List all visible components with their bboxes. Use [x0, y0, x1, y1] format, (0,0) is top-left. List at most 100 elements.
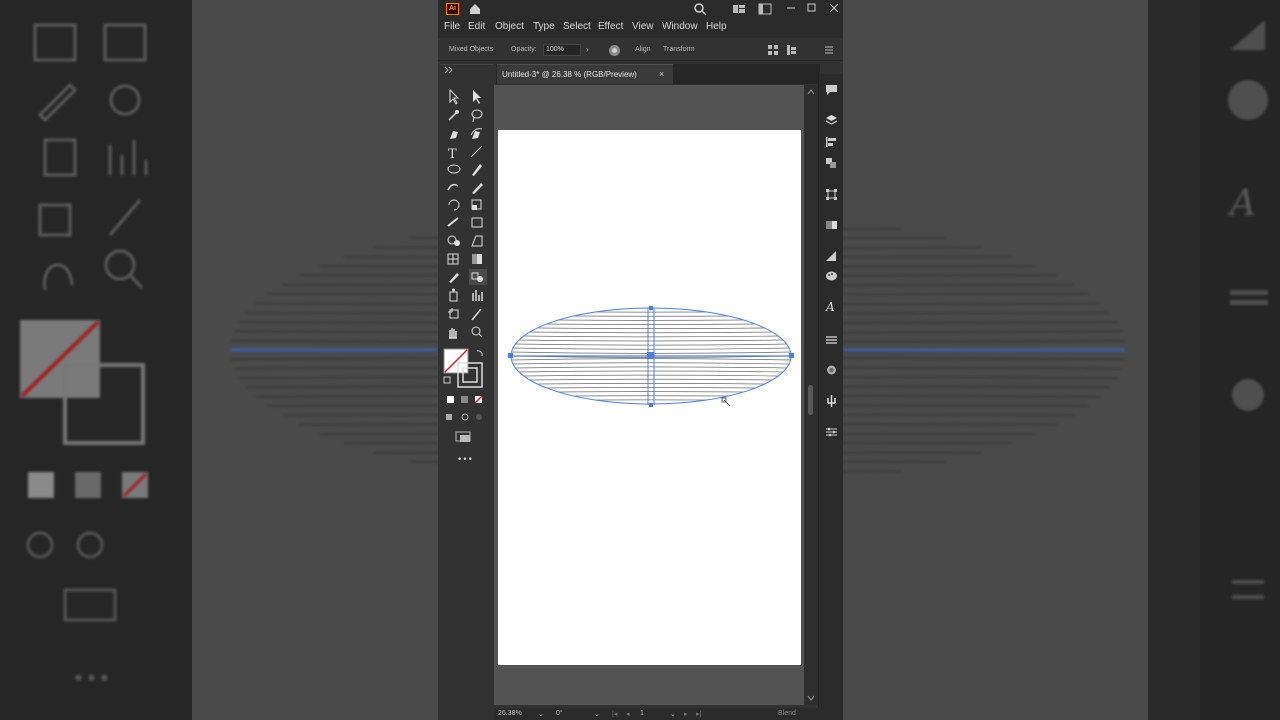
swap-fill-stroke-icon[interactable] [477, 351, 482, 356]
properties-icon[interactable] [825, 426, 838, 438]
minimize-icon[interactable] [785, 2, 797, 14]
transform-link[interactable]: Transform [663, 46, 695, 53]
menu-type[interactable]: Type [533, 21, 555, 32]
rotation-value[interactable]: 0° [556, 710, 563, 717]
shaper-icon[interactable] [448, 185, 458, 190]
menu-effect[interactable]: Effect [598, 21, 623, 32]
recolor-artwork-icon[interactable] [608, 44, 621, 57]
curvature-tool-icon[interactable] [471, 129, 482, 139]
selection-anchor-bottom[interactable] [649, 403, 653, 407]
window-icon[interactable] [758, 2, 772, 16]
first-artboard-icon[interactable]: |◂ [612, 710, 617, 718]
panel-menu-icon[interactable] [824, 45, 834, 55]
appearance-icon[interactable] [825, 250, 838, 262]
gradient-panel-icon[interactable] [825, 219, 838, 231]
character-icon[interactable]: A [825, 300, 838, 314]
home-icon[interactable] [468, 2, 482, 16]
selection-anchor-center[interactable] [647, 352, 654, 359]
perspective-grid-icon[interactable] [472, 236, 482, 246]
stroke-icon[interactable] [825, 364, 838, 376]
scrollbar-thumb[interactable] [808, 385, 813, 415]
rotate-icon[interactable] [449, 200, 459, 210]
vertical-scrollbar[interactable] [804, 85, 818, 705]
rotation-dropdown-icon[interactable]: ⌄ [594, 710, 600, 718]
menu-window[interactable]: Window [662, 21, 698, 32]
menu-help[interactable]: Help [706, 21, 727, 32]
tab-close-icon[interactable]: × [659, 69, 664, 79]
scroll-up-icon[interactable] [807, 89, 815, 95]
screen-mode-icon[interactable] [456, 432, 470, 442]
app-logo: Ai [446, 3, 459, 15]
document-tab-label: Untitled-3* @ 26.38 % (RGB/Preview) [502, 70, 637, 79]
eyedropper-icon[interactable] [449, 273, 459, 283]
type-tool-icon[interactable]: T [448, 147, 457, 162]
color-panel-icon[interactable] [825, 270, 838, 282]
arrange-icon[interactable] [787, 45, 803, 56]
menu-edit[interactable]: Edit [468, 21, 485, 32]
none-mode-icon[interactable] [475, 396, 482, 403]
search-icon[interactable] [693, 2, 707, 16]
artboard-tool-icon[interactable] [448, 308, 458, 318]
selection-anchor-top[interactable] [649, 306, 653, 310]
paragraph-icon[interactable] [825, 334, 838, 346]
opacity-field[interactable]: 100% [543, 44, 581, 56]
opacity-chevron-icon[interactable]: › [586, 45, 589, 54]
selection-tool-icon[interactable] [450, 90, 458, 104]
zoom-tool-icon[interactable] [472, 327, 482, 337]
maximize-icon[interactable] [806, 2, 818, 14]
menu-object[interactable]: Object [495, 21, 524, 32]
collapse-panel-icon[interactable] [444, 66, 454, 74]
selection-anchor-right[interactable] [789, 353, 794, 358]
next-artboard-icon[interactable]: ▸ [684, 710, 688, 718]
zoom-dropdown-icon[interactable]: ⌄ [538, 710, 544, 718]
selection-anchor-left[interactable] [508, 353, 513, 358]
draw-modes-icon[interactable] [446, 414, 482, 420]
ellipse-tool-icon[interactable] [448, 165, 460, 173]
column-graph-icon[interactable] [473, 290, 482, 301]
arrange-documents-icon[interactable] [732, 2, 746, 16]
transform-panel-icon[interactable] [825, 188, 838, 200]
shape-builder-icon[interactable] [448, 236, 460, 246]
blend-step-line [515, 367, 786, 368]
zoom-level[interactable]: 26.38% [498, 710, 522, 717]
document-tab[interactable]: Untitled-3* @ 26.38 % (RGB/Preview) × [497, 64, 673, 84]
paintbrush-icon[interactable] [472, 164, 482, 176]
pen-tool-icon[interactable] [450, 131, 458, 139]
direct-selection-tool-icon[interactable] [473, 90, 481, 104]
layers-icon[interactable] [825, 114, 838, 126]
pathfinder-icon[interactable] [825, 157, 838, 169]
menu-file[interactable]: File [444, 21, 460, 32]
symbol-sprayer-icon[interactable] [450, 289, 457, 302]
menu-view[interactable]: View [632, 21, 654, 32]
edit-toolbar-button[interactable]: ••• [457, 455, 473, 465]
color-mode-icon[interactable] [447, 396, 454, 403]
lasso-icon[interactable] [472, 110, 482, 122]
fill-swatch[interactable] [444, 349, 468, 373]
gradient-mode-icon[interactable] [461, 396, 468, 403]
symbols-icon[interactable] [825, 394, 838, 408]
align-panel-icon[interactable] [825, 136, 838, 148]
scroll-down-icon[interactable] [807, 695, 815, 701]
free-transform-icon[interactable] [472, 218, 482, 227]
slice-icon[interactable] [472, 309, 481, 320]
previous-artboard-icon[interactable]: ◂ [626, 710, 630, 718]
align-link[interactable]: Align [635, 46, 651, 53]
isolate-icon[interactable] [768, 45, 779, 56]
mesh-icon[interactable] [448, 254, 458, 264]
blend-artwork[interactable] [498, 130, 801, 665]
magic-wand-icon[interactable] [449, 110, 459, 120]
last-artboard-icon[interactable]: ▸| [696, 710, 701, 718]
line-tool-icon[interactable] [471, 146, 482, 157]
puppet-warp-icon[interactable] [448, 218, 458, 226]
hand-tool-icon[interactable] [449, 328, 457, 338]
gradient-icon[interactable] [472, 254, 482, 264]
comments-icon[interactable] [825, 84, 838, 96]
menu-select[interactable]: Select [563, 21, 591, 32]
artboard-number[interactable]: 1 [640, 710, 644, 717]
svg-text:A: A [825, 300, 835, 314]
default-fill-stroke-icon[interactable] [444, 377, 450, 383]
scale-icon[interactable] [472, 200, 481, 210]
close-icon[interactable] [828, 2, 840, 14]
pencil-icon[interactable] [472, 183, 483, 194]
artboard-dropdown-icon[interactable]: ⌄ [670, 710, 676, 718]
